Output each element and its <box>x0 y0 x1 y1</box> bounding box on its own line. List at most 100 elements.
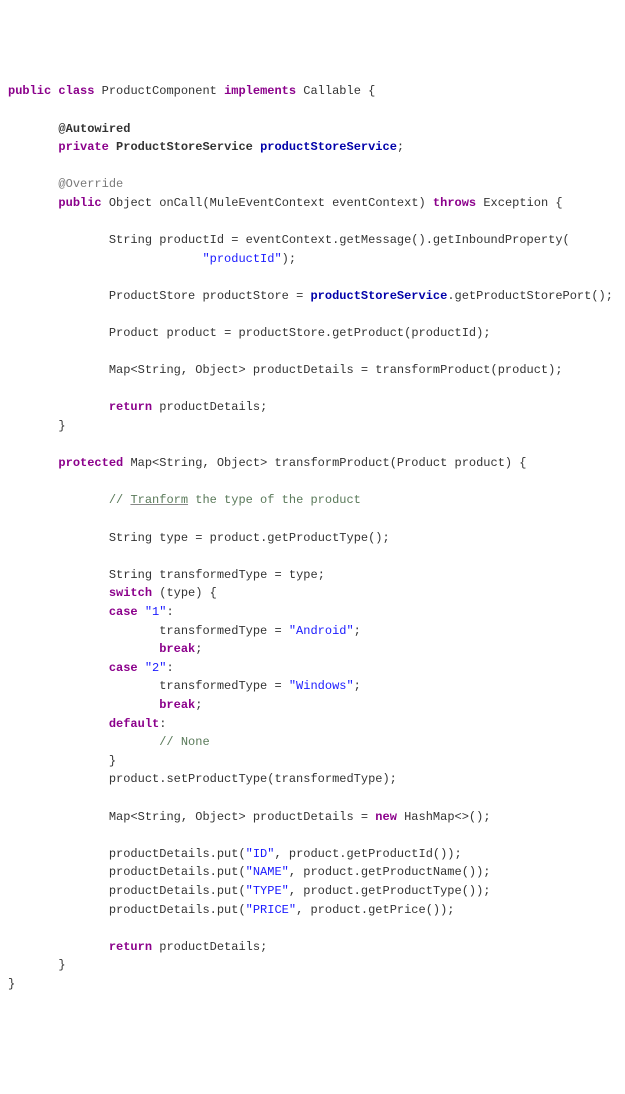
class-name: ProductComponent <box>102 84 217 98</box>
kw-implements: implements <box>224 84 296 98</box>
cb2: } <box>58 958 65 972</box>
type-product: Product <box>109 326 159 340</box>
call-getmsg: .getMessage().getInboundProperty( <box>332 233 570 247</box>
put-id-post: , product.getProductId()); <box>274 847 461 861</box>
var-pd2: productDetails <box>159 400 260 414</box>
comment-tranform: // Tranform the type of the product <box>109 493 361 507</box>
sw-open: ( <box>152 586 166 600</box>
eq4: = <box>188 531 210 545</box>
str-id: "ID" <box>246 847 275 861</box>
type-hashmap: HashMap <box>404 810 454 824</box>
args: (MuleEventContext eventContext) <box>202 196 432 210</box>
colon2: : <box>166 661 173 675</box>
str-productid: "productId" <box>202 252 281 266</box>
put-price-post: , product.getPrice()); <box>296 903 454 917</box>
brace: { <box>361 84 375 98</box>
interface-name: Callable <box>303 84 361 98</box>
var-ec: eventContext <box>246 233 332 247</box>
kw-case2: case <box>109 661 138 675</box>
call-port: .getProductStorePort(); <box>447 289 613 303</box>
var-productid: productId <box>159 233 224 247</box>
str-1: "1" <box>145 605 167 619</box>
call-getprod: .getProduct(productId); <box>325 326 491 340</box>
ann-autowired: @Autowired <box>58 122 130 136</box>
call-settype: product.setProductType(transformedType); <box>109 772 397 786</box>
kw-protected: protected <box>58 456 123 470</box>
var-pd: productDetails <box>253 363 354 377</box>
var-ps: productStore <box>202 289 288 303</box>
kw-break1: break <box>159 642 195 656</box>
colon3: : <box>159 717 166 731</box>
eq2: = <box>289 289 311 303</box>
var-tt: transformedType <box>159 568 267 582</box>
kw-public2: public <box>58 196 101 210</box>
brace2: { <box>548 196 562 210</box>
kw-switch: switch <box>109 586 152 600</box>
close1: ); <box>282 252 296 266</box>
assign-tf: = transformProduct(product); <box>354 363 563 377</box>
method-transform: transformProduct <box>274 456 389 470</box>
kw-public: public <box>8 84 51 98</box>
semi3: ; <box>354 624 361 638</box>
code-block: public class ProductComponent implements… <box>8 82 617 993</box>
put-type-post: , product.getProductType()); <box>289 884 491 898</box>
cb3: } <box>8 977 15 991</box>
type-string: String <box>109 233 152 247</box>
eq: = <box>224 233 246 247</box>
typeparam2: <String, Object> <box>152 456 267 470</box>
field-pss: productStoreService <box>260 140 397 154</box>
type-string2: String <box>109 531 152 545</box>
var-product: product <box>166 326 216 340</box>
sw-close: ) { <box>195 586 217 600</box>
call-gettype: product.getProductType(); <box>210 531 390 545</box>
assign-and-pre: transformedType = <box>159 624 289 638</box>
assign-win-pre: transformedType = <box>159 679 289 693</box>
type-ps: ProductStore <box>109 289 195 303</box>
eq5: = <box>354 810 376 824</box>
kw-break2: break <box>159 698 195 712</box>
eq-type: = type; <box>267 568 325 582</box>
ref-fld: productStoreService <box>310 289 447 303</box>
str-type: "TYPE" <box>246 884 289 898</box>
str-windows: "Windows" <box>289 679 354 693</box>
ann-override: @Override <box>58 177 123 191</box>
var-type2: type <box>166 586 195 600</box>
kw-return: return <box>109 400 152 414</box>
kw-private: private <box>58 140 108 154</box>
semi5: ; <box>354 679 361 693</box>
cb1: } <box>58 419 65 433</box>
args-tf: (Product product) { <box>390 456 527 470</box>
kw-case1: case <box>109 605 138 619</box>
colon1: : <box>166 605 173 619</box>
put-name-pre: productDetails.put( <box>109 865 246 879</box>
type-map2: Map <box>130 456 152 470</box>
typeparam: <String, Object> <box>130 363 245 377</box>
str-name: "NAME" <box>246 865 289 879</box>
var-pd4: productDetails <box>159 940 260 954</box>
exc: Exception <box>483 196 548 210</box>
type-pss: ProductStoreService <box>116 140 253 154</box>
type-map: Map <box>109 363 131 377</box>
kw-throws: throws <box>433 196 476 210</box>
str-price: "PRICE" <box>246 903 296 917</box>
semi7: ; <box>260 940 267 954</box>
method-oncall: onCall <box>159 196 202 210</box>
type-string3: String <box>109 568 152 582</box>
var-pd3: productDetails <box>253 810 354 824</box>
semi6: ; <box>195 698 202 712</box>
kw-class: class <box>58 84 94 98</box>
kw-new: new <box>375 810 397 824</box>
var-type: type <box>159 531 188 545</box>
str-2: "2" <box>145 661 167 675</box>
kw-return2: return <box>109 940 152 954</box>
put-type-pre: productDetails.put( <box>109 884 246 898</box>
eq3: = <box>217 326 239 340</box>
str-android: "Android" <box>289 624 354 638</box>
cb-switch: } <box>109 754 116 768</box>
typeparam3: <String, Object> <box>130 810 245 824</box>
put-name-post: , product.getProductName()); <box>289 865 491 879</box>
kw-default: default <box>109 717 159 731</box>
semi4: ; <box>195 642 202 656</box>
semi: ; <box>397 140 404 154</box>
semi2: ; <box>260 400 267 414</box>
